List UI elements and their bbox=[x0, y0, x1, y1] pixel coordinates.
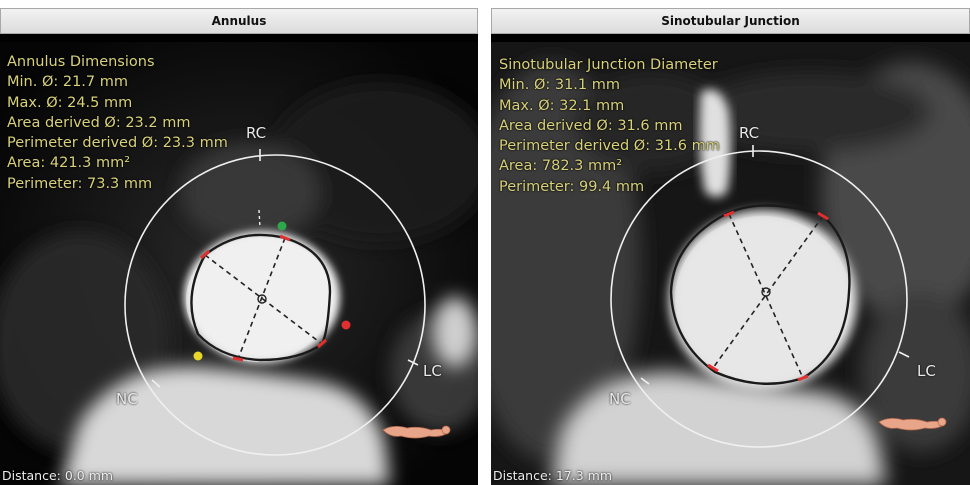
area-value: Area: 782.3 mm² bbox=[499, 158, 623, 175]
annulus-panel-title: Annulus bbox=[0, 8, 478, 34]
measurement-title: Annulus Dimensions bbox=[7, 54, 155, 70]
stj-ct-viewport[interactable]: Sinotubular Junction Diameter Min. Ø: 31… bbox=[491, 42, 970, 485]
area-derived-diameter-value: Area derived Ø: 31.6 mm bbox=[499, 117, 683, 134]
panel-divider bbox=[478, 0, 491, 485]
stj-measurements: Sinotubular Junction Diameter Min. Ø: 31… bbox=[499, 55, 720, 197]
cusp-label-lc: LC bbox=[917, 362, 936, 380]
min-diameter-value: Min. Ø: 21.7 mm bbox=[7, 74, 128, 91]
measurement-title: Sinotubular Junction Diameter bbox=[499, 57, 718, 73]
perimeter-value: Perimeter: 73.3 mm bbox=[7, 175, 153, 192]
perimeter-derived-diameter-value: Perimeter derived Ø: 23.3 mm bbox=[7, 135, 228, 152]
max-diameter-value: Max. Ø: 32.1 mm bbox=[499, 97, 625, 114]
perimeter-value: Perimeter: 99.4 mm bbox=[499, 178, 645, 195]
annulus-ct-viewport[interactable]: Annulus Dimensions Min. Ø: 21.7 mm Max. … bbox=[0, 42, 478, 485]
slice-distance-readout: Distance: 17.3 mm bbox=[493, 468, 613, 483]
sinotubular-junction-view-panel[interactable]: Sinotubular Junction Sinotubular Junctio… bbox=[491, 8, 970, 485]
slice-distance-readout: Distance: 0.0 mm bbox=[2, 468, 114, 483]
max-diameter-value: Max. Ø: 24.5 mm bbox=[7, 94, 133, 111]
yellow-landmark-dot bbox=[193, 351, 203, 361]
area-value: Area: 421.3 mm² bbox=[7, 155, 131, 172]
red-landmark-dot bbox=[341, 320, 351, 330]
cusp-label-rc: RC bbox=[739, 124, 760, 142]
cusp-label-lc: LC bbox=[423, 362, 442, 380]
annulus-measurements: Annulus Dimensions Min. Ø: 21.7 mm Max. … bbox=[7, 52, 228, 194]
min-diameter-value: Min. Ø: 31.1 mm bbox=[499, 77, 620, 94]
green-landmark-dot bbox=[277, 221, 287, 231]
cusp-label-nc: NC bbox=[609, 390, 631, 408]
annulus-view-panel[interactable]: Annulus Annulus Dimensions Min. Ø: 21.7 … bbox=[0, 8, 478, 485]
stj-panel-title: Sinotubular Junction bbox=[491, 8, 970, 34]
area-derived-diameter-value: Area derived Ø: 23.2 mm bbox=[7, 114, 191, 131]
cusp-label-nc: NC bbox=[116, 390, 138, 408]
cusp-label-rc: RC bbox=[246, 124, 267, 142]
perimeter-derived-diameter-value: Perimeter derived Ø: 31.6 mm bbox=[499, 138, 720, 155]
